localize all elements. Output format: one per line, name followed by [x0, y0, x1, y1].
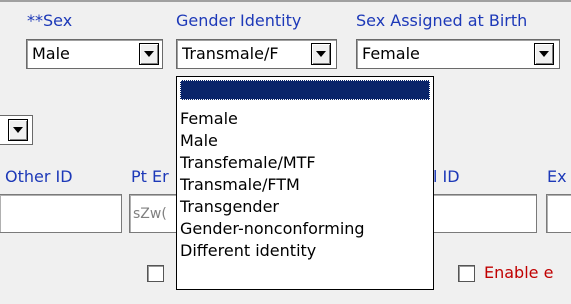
top-divider [0, 0, 571, 2]
chevron-down-icon [144, 51, 154, 57]
pt-email-value: sZw( [133, 206, 167, 222]
enable-label: Enable e [484, 263, 554, 282]
ex-field[interactable] [546, 194, 571, 233]
sex-at-birth-dropdown-button[interactable] [534, 43, 554, 65]
list-item-gender-nonconforming[interactable]: Gender-nonconforming [180, 219, 365, 239]
gender-identity-dropdown-list[interactable]: Female Male Transfemale/MTF Transmale/FT… [176, 76, 434, 290]
list-item-blank[interactable] [180, 80, 430, 100]
sex-select[interactable]: Male [26, 39, 163, 69]
list-item-male[interactable]: Male [180, 131, 218, 151]
left-dropdown-button[interactable] [8, 119, 28, 141]
sex-at-birth-select-value: Female [362, 44, 420, 63]
sex-at-birth-select[interactable]: Female [356, 39, 560, 69]
gender-identity-label: Gender Identity [176, 11, 302, 30]
list-item-transgender[interactable]: Transgender [180, 197, 279, 217]
list-item-different-identity[interactable]: Different identity [180, 241, 316, 261]
sex-label: **Sex [27, 11, 73, 30]
ext-id-label: l ID [433, 167, 460, 186]
gender-identity-select-value: Transmale/F [182, 44, 279, 63]
chevron-down-icon [13, 127, 23, 133]
left-checkbox[interactable] [147, 265, 164, 282]
other-id-label: Other ID [5, 167, 73, 186]
sex-select-value: Male [32, 44, 70, 63]
pt-email-label: Pt Er [131, 167, 169, 186]
left-combo-fragment[interactable] [0, 115, 33, 145]
other-id-field[interactable] [0, 194, 122, 233]
chevron-down-icon [316, 51, 326, 57]
list-item-female[interactable]: Female [180, 109, 238, 129]
sex-at-birth-label: Sex Assigned at Birth [356, 11, 528, 30]
enable-checkbox[interactable] [458, 265, 475, 282]
chevron-down-icon [539, 51, 549, 57]
ex-label: Ex [547, 167, 567, 186]
sex-dropdown-button[interactable] [139, 43, 159, 65]
list-item-transfemale-mtf[interactable]: Transfemale/MTF [180, 153, 316, 173]
gender-identity-select[interactable]: Transmale/F [176, 39, 337, 69]
list-item-transmale-ftm[interactable]: Transmale/FTM [180, 175, 300, 195]
ext-id-field[interactable] [420, 194, 537, 233]
gender-identity-dropdown-button[interactable] [311, 43, 331, 65]
